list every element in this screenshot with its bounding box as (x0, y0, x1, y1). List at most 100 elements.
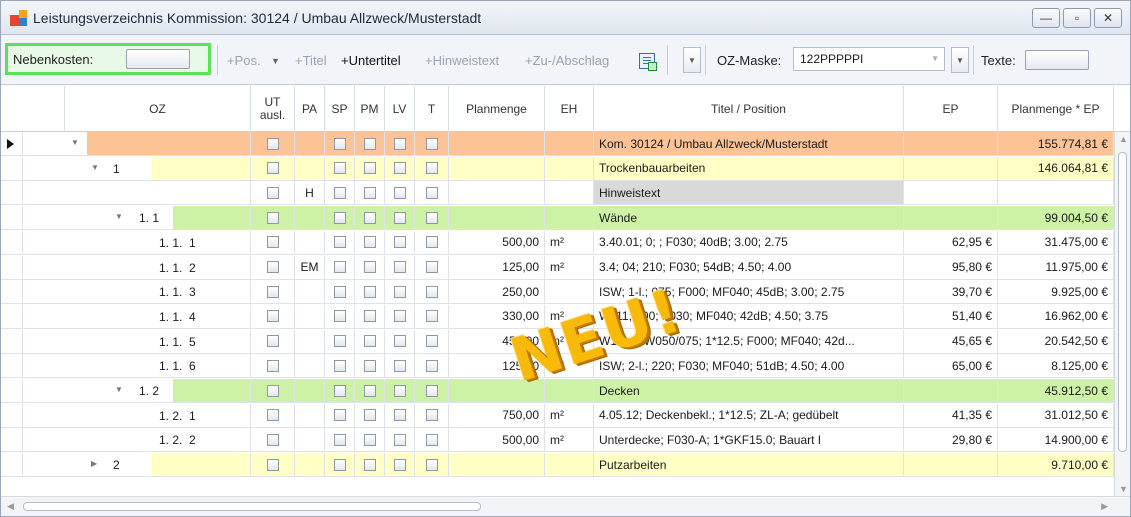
ut-cell[interactable] (251, 329, 295, 354)
table-row[interactable]: ▼ 1. 2 Decken 45.912,50 € (1, 379, 1130, 403)
lv-checkbox[interactable] (393, 409, 406, 422)
planmenge-cell[interactable]: 125,00 (449, 354, 545, 379)
planmenge-cell[interactable]: 450,00 (449, 329, 545, 354)
titel-position-cell[interactable]: 4.05.12; Deckenbekl.; 1*12.5; ZL-A; gedü… (594, 403, 904, 428)
lv-cell[interactable] (385, 181, 415, 206)
pa-cell[interactable] (295, 403, 325, 428)
ut-cell[interactable] (251, 453, 295, 478)
add-hint-text-button[interactable]: +Hinweistext (425, 53, 499, 68)
ep-cell[interactable]: 62,95 € (904, 230, 998, 255)
toolbar-dropdown-button[interactable]: ▼ (683, 47, 701, 73)
ut-checkbox[interactable] (266, 409, 279, 422)
ut-cell[interactable] (251, 304, 295, 329)
eh-cell[interactable]: m² (545, 255, 594, 280)
header-pa[interactable]: PA (295, 86, 325, 132)
oz-cell[interactable]: ▶ 2 (23, 453, 251, 478)
pm-cell[interactable] (355, 403, 385, 428)
minimize-button[interactable]: — (1032, 8, 1060, 28)
scroll-right-icon[interactable]: ▶ (1101, 501, 1108, 512)
t-checkbox[interactable] (425, 186, 438, 199)
titel-position-cell[interactable]: Kom. 30124 / Umbau Allzweck/Musterstadt (594, 132, 904, 156)
ut-cell[interactable] (251, 206, 295, 231)
sp-checkbox[interactable] (333, 261, 346, 273)
ut-cell[interactable] (251, 428, 295, 453)
report-icon[interactable] (639, 53, 657, 71)
ut-cell[interactable] (251, 230, 295, 255)
sp-cell[interactable] (325, 304, 355, 329)
lv-checkbox[interactable] (393, 458, 406, 471)
ut-cell[interactable] (251, 181, 295, 206)
ep-cell[interactable] (904, 156, 998, 181)
pm-cell[interactable] (355, 379, 385, 403)
add-subtitle-button[interactable]: +Untertitel (341, 53, 401, 68)
ut-cell[interactable] (251, 156, 295, 181)
table-row[interactable]: ▼ 1. 1 Wände 99.004,50 € (1, 206, 1130, 231)
header-planmenge-ep[interactable]: Planmenge * EP (998, 86, 1114, 132)
ut-checkbox[interactable] (266, 236, 279, 249)
lv-checkbox[interactable] (393, 285, 406, 298)
vertical-scroll-thumb[interactable] (1118, 152, 1127, 452)
titel-position-cell[interactable]: Hinweistext (594, 181, 904, 206)
lv-checkbox[interactable] (393, 335, 406, 348)
sp-cell[interactable] (325, 329, 355, 354)
pa-cell[interactable] (295, 379, 325, 403)
pa-cell[interactable]: H (295, 181, 325, 206)
titel-position-cell[interactable]: Putzarbeiten (594, 453, 904, 478)
total-cell[interactable]: 20.542,50 € (998, 329, 1114, 354)
pm-cell[interactable] (355, 280, 385, 305)
ut-checkbox[interactable] (266, 162, 279, 175)
sp-checkbox[interactable] (333, 384, 346, 397)
planmenge-cell[interactable]: 250,00 (449, 280, 545, 305)
planmenge-cell[interactable]: 125,00 (449, 255, 545, 280)
table-row[interactable]: 1. 2. 1 750,00 m² 4.05.12; Deckenbekl.; 1*1… (1, 403, 1130, 428)
ut-checkbox[interactable] (266, 310, 279, 323)
t-cell[interactable] (415, 230, 449, 255)
t-cell[interactable] (415, 453, 449, 478)
oz-cell[interactable]: 1. 1. 6 (23, 354, 251, 379)
lv-cell[interactable] (385, 255, 415, 280)
planmenge-cell[interactable]: 500,00 (449, 428, 545, 453)
horizontal-scroll-thumb[interactable] (23, 502, 481, 511)
scroll-up-icon[interactable]: ▲ (1119, 134, 1128, 144)
sp-checkbox[interactable] (333, 137, 346, 150)
pm-checkbox[interactable] (363, 384, 376, 397)
t-cell[interactable] (415, 304, 449, 329)
t-checkbox[interactable] (425, 458, 438, 471)
titel-position-cell[interactable]: 3.4; 04; 210; F030; 54dB; 4.50; 4.00 (594, 255, 904, 280)
collapse-icon[interactable]: ▼ (115, 385, 123, 394)
t-cell[interactable] (415, 428, 449, 453)
t-cell[interactable] (415, 255, 449, 280)
eh-cell[interactable] (545, 181, 594, 206)
titel-position-cell[interactable]: Unterdecke; F030-A; 1*GKF15.0; Bauart I (594, 428, 904, 453)
ep-cell[interactable]: 39,70 € (904, 280, 998, 305)
lv-cell[interactable] (385, 230, 415, 255)
t-cell[interactable] (415, 206, 449, 231)
lv-cell[interactable] (385, 428, 415, 453)
oz-cell[interactable] (23, 181, 251, 206)
add-title-button[interactable]: +Titel (295, 53, 327, 68)
sp-checkbox[interactable] (333, 409, 346, 422)
sp-cell[interactable] (325, 379, 355, 403)
lv-cell[interactable] (385, 329, 415, 354)
t-checkbox[interactable] (425, 285, 438, 298)
lv-checkbox[interactable] (393, 162, 406, 175)
pa-cell[interactable] (295, 304, 325, 329)
eh-cell[interactable] (545, 132, 594, 156)
oz-mask-field[interactable]: 122PPPPPI ▼ (793, 47, 945, 71)
ut-checkbox[interactable] (266, 211, 279, 224)
pa-cell[interactable] (295, 329, 325, 354)
t-checkbox[interactable] (425, 162, 438, 175)
ut-checkbox[interactable] (266, 458, 279, 471)
ep-cell[interactable]: 51,40 € (904, 304, 998, 329)
pm-checkbox[interactable] (363, 261, 376, 273)
t-checkbox[interactable] (425, 335, 438, 348)
expand-icon[interactable]: ▶ (91, 459, 97, 468)
total-cell[interactable]: 16.962,00 € (998, 304, 1114, 329)
pm-cell[interactable] (355, 206, 385, 231)
sp-checkbox[interactable] (333, 211, 346, 224)
pos-dropdown-icon[interactable]: ▼ (271, 56, 280, 66)
sp-checkbox[interactable] (333, 359, 346, 372)
eh-cell[interactable] (545, 156, 594, 181)
lv-cell[interactable] (385, 156, 415, 181)
lv-checkbox[interactable] (393, 186, 406, 199)
